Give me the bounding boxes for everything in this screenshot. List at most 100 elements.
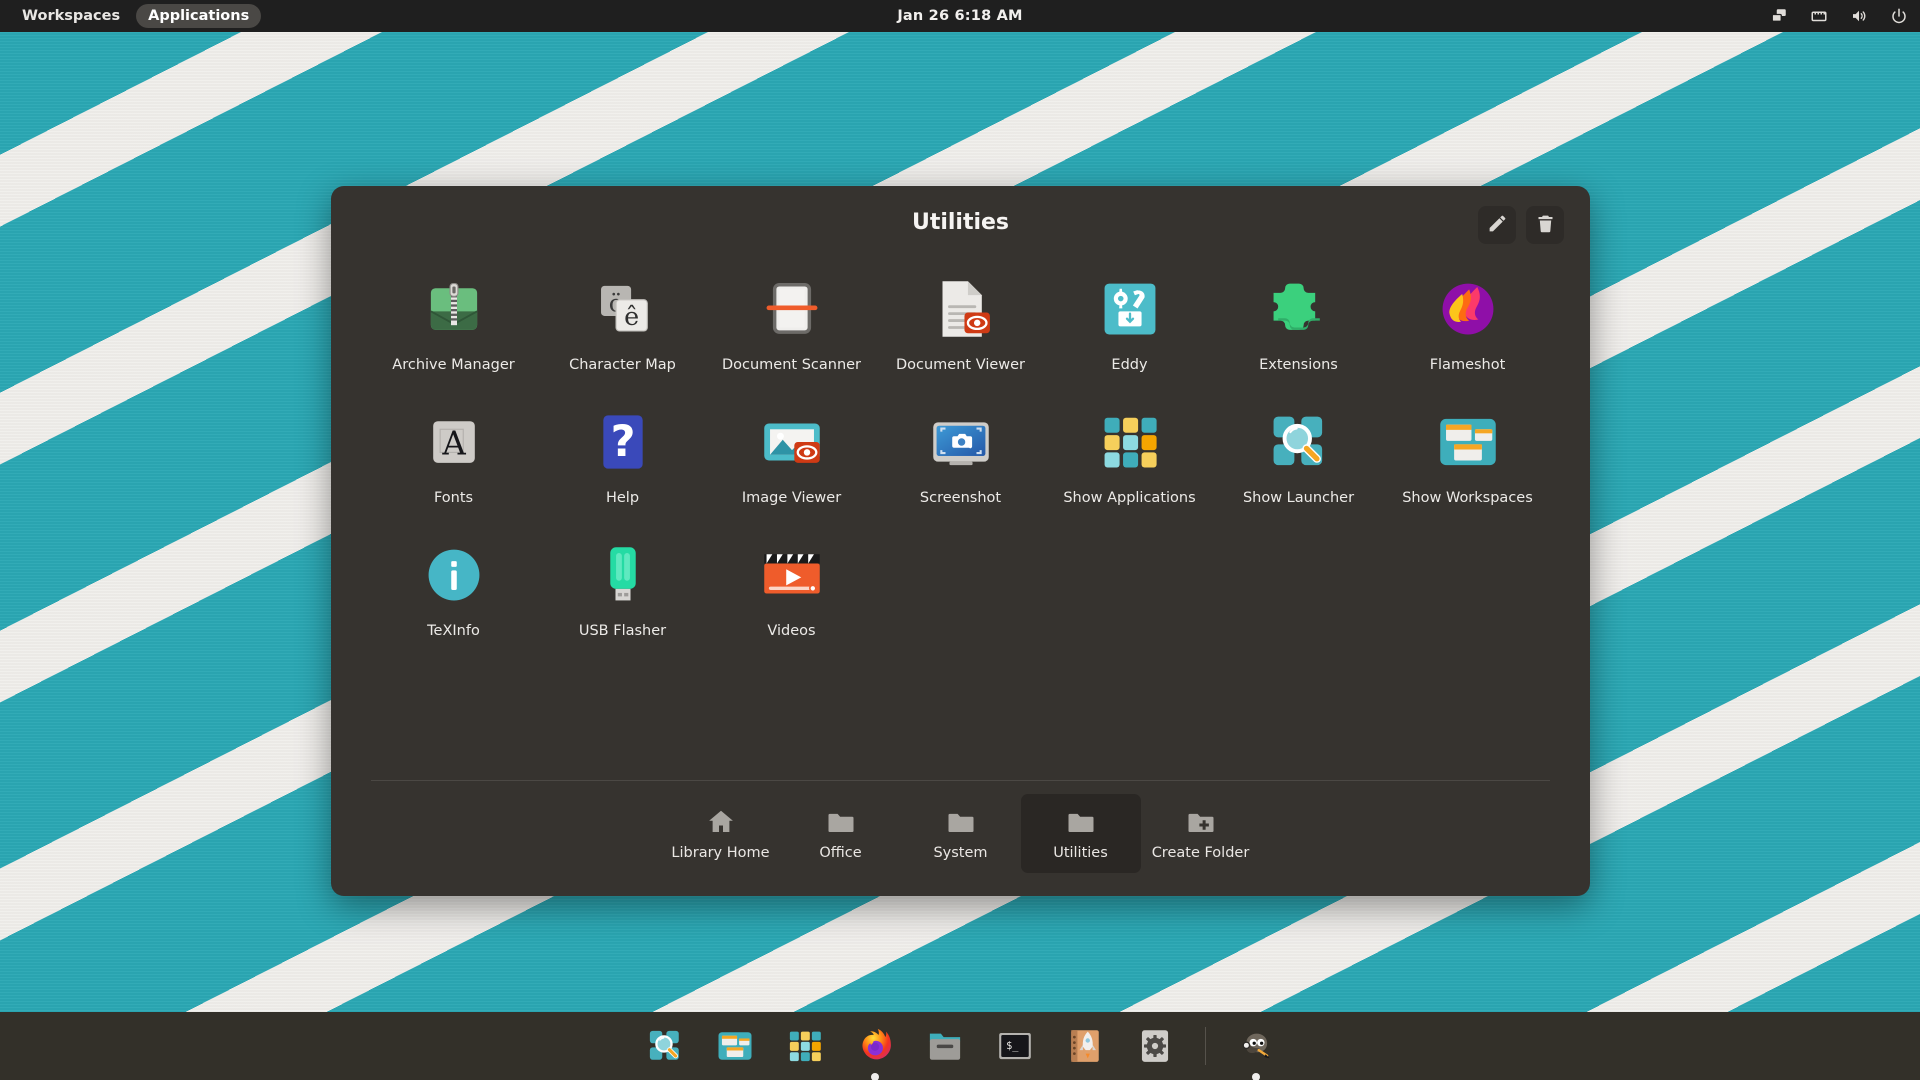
folder-dialog-header: Utilities — [331, 186, 1590, 264]
show-applications-icon — [1093, 405, 1167, 479]
app-item-character-map[interactable]: ö ê Character Map — [538, 262, 707, 373]
running-indicator — [870, 1073, 879, 1080]
delete-folder-button[interactable] — [1526, 206, 1564, 244]
app-item-extensions[interactable]: Extensions — [1214, 262, 1383, 373]
app-item-show-applications[interactable]: Show Applications — [1045, 395, 1214, 506]
svg-text:ê: ê — [624, 301, 639, 331]
dock-item-show-applications[interactable] — [779, 1020, 831, 1072]
folder-tab-utilities[interactable]: Utilities — [1020, 794, 1141, 873]
show-launcher-icon — [643, 1024, 687, 1068]
volume-icon[interactable] — [1850, 7, 1868, 25]
settings-icon — [1133, 1024, 1177, 1068]
app-item-eddy[interactable]: Eddy — [1045, 262, 1214, 373]
dock-item-show-launcher[interactable] — [639, 1020, 691, 1072]
show-workspaces-icon — [1431, 405, 1505, 479]
app-label: Show Applications — [1063, 490, 1196, 506]
app-label: Show Launcher — [1242, 490, 1355, 506]
screenshot-icon — [924, 405, 998, 479]
running-indicator — [1251, 1073, 1260, 1080]
system-tray — [1770, 0, 1908, 32]
dock-item-settings[interactable] — [1129, 1020, 1181, 1072]
app-label: Show Workspaces — [1402, 490, 1533, 506]
files-icon — [923, 1024, 967, 1068]
dock-items: $_ — [639, 1012, 1282, 1080]
svg-text:$_: $_ — [1006, 1040, 1019, 1052]
app-label: USB Flasher — [578, 623, 667, 639]
app-item-fonts[interactable]: A Fonts — [369, 395, 538, 506]
svg-text:?: ? — [610, 417, 635, 467]
app-label: Videos — [767, 623, 816, 639]
app-item-image-viewer[interactable]: Image Viewer — [707, 395, 876, 506]
folder-tab-label: System — [933, 845, 988, 861]
power-icon[interactable] — [1890, 7, 1908, 25]
folder-tab-office[interactable]: Office — [781, 794, 901, 873]
fonts-icon: A — [417, 405, 491, 479]
flameshot-icon — [1431, 272, 1505, 346]
dock-item-show-workspaces[interactable] — [709, 1020, 761, 1072]
usb-flasher-icon — [586, 538, 660, 612]
dock-item-gimp[interactable] — [1230, 1020, 1282, 1080]
app-item-screenshot[interactable]: Screenshot — [876, 395, 1045, 506]
folder-tab-label: Library Home — [671, 845, 770, 861]
folder-icon — [1066, 807, 1096, 837]
app-label: Extensions — [1259, 357, 1338, 373]
app-item-help[interactable]: ? Help — [538, 395, 707, 506]
trash-icon — [1535, 213, 1556, 238]
app-item-texinfo[interactable]: TeXInfo — [369, 528, 538, 639]
edit-folder-button[interactable] — [1478, 206, 1516, 244]
folder-icon — [946, 807, 976, 837]
gimp-icon — [1234, 1024, 1278, 1068]
app-label: TeXInfo — [427, 623, 480, 639]
app-item-videos[interactable]: Videos — [707, 528, 876, 639]
folder-tab-label: Utilities — [1053, 845, 1108, 861]
folder-tab-create-folder[interactable]: Create Folder — [1141, 794, 1261, 873]
eddy-icon — [1093, 272, 1167, 346]
terminal-icon: $_ — [993, 1024, 1037, 1068]
archive-manager-icon — [417, 272, 491, 346]
panel-divider — [371, 780, 1550, 781]
folder-icon — [826, 807, 856, 837]
dock: $_ — [0, 1012, 1920, 1080]
pencil-icon — [1487, 213, 1508, 238]
folder-tab-label: Create Folder — [1151, 845, 1250, 861]
dock-separator — [1204, 1027, 1206, 1065]
network-ethernet-icon[interactable] — [1810, 7, 1828, 25]
extensions-icon — [1262, 272, 1336, 346]
show-applications-icon — [783, 1024, 827, 1068]
document-viewer-icon — [924, 272, 998, 346]
app-label: Archive Manager — [392, 357, 515, 373]
folder-tab-bar: Library Home Office System Utilities Cre… — [331, 794, 1590, 873]
folder-dialog: Utilities Archive Manager ê Character Ma… — [331, 186, 1590, 896]
app-item-document-scanner[interactable]: Document Scanner — [707, 262, 876, 373]
page-title: Utilities — [911, 210, 1010, 235]
dock-item-files[interactable] — [919, 1020, 971, 1072]
folder-tab-library-home[interactable]: Library Home — [661, 794, 781, 873]
app-item-archive-manager[interactable]: Archive Manager — [369, 262, 538, 373]
app-item-document-viewer[interactable]: Document Viewer — [876, 262, 1045, 373]
app-label: Eddy — [1111, 357, 1148, 373]
image-viewer-icon — [755, 405, 829, 479]
clock[interactable]: Jan 26 6:18 AM — [0, 8, 1920, 24]
app-item-show-workspaces[interactable]: Show Workspaces — [1383, 395, 1552, 506]
folder-add-icon — [1186, 807, 1216, 837]
dock-item-terminal[interactable]: $_ — [989, 1020, 1041, 1072]
show-launcher-icon — [1262, 405, 1336, 479]
dock-item-launcher-rocket[interactable] — [1059, 1020, 1111, 1072]
dock-item-firefox[interactable] — [849, 1020, 901, 1080]
app-label: Flameshot — [1429, 357, 1506, 373]
app-item-usb-flasher[interactable]: USB Flasher — [538, 528, 707, 639]
app-item-show-launcher[interactable]: Show Launcher — [1214, 395, 1383, 506]
app-label: Document Viewer — [895, 357, 1026, 373]
folder-tab-label: Office — [819, 845, 862, 861]
character-map-icon: ö ê — [586, 272, 660, 346]
app-item-flameshot[interactable]: Flameshot — [1383, 262, 1552, 373]
help-icon: ? — [586, 405, 660, 479]
folder-tab-system[interactable]: System — [901, 794, 1021, 873]
firefox-icon — [853, 1024, 897, 1068]
app-label: Fonts — [433, 490, 474, 506]
display-windows-icon[interactable] — [1770, 7, 1788, 25]
document-scanner-icon — [755, 272, 829, 346]
top-panel: Workspaces Applications Jan 26 6:18 AM — [0, 0, 1920, 32]
app-label: Image Viewer — [741, 490, 842, 506]
videos-icon — [755, 538, 829, 612]
